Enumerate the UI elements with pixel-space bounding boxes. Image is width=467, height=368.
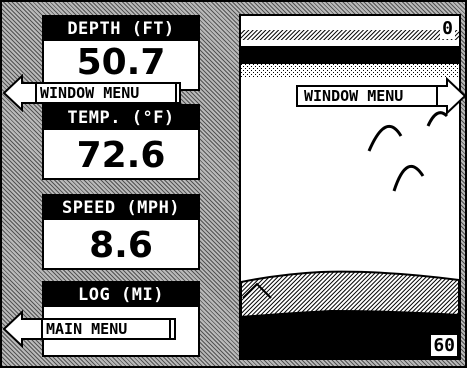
fish-arch (392, 164, 425, 192)
speed-panel: SPEED (MPH) 8.6 (42, 194, 200, 270)
depth-scale-bottom: 60 (431, 335, 457, 356)
sonar-window[interactable]: 0 60 (239, 14, 461, 360)
surface-clutter (241, 46, 459, 64)
main-menu-label: MAIN MENU (46, 320, 128, 338)
temperature-value: 72.6 (76, 135, 166, 176)
speed-value: 8.6 (89, 225, 153, 266)
log-panel-header: LOG (MI) (44, 283, 198, 307)
fish-arch (367, 124, 403, 152)
window-menu-right-label: WINDOW MENU (304, 87, 404, 105)
surface-band (241, 30, 459, 40)
main-menu-button[interactable]: MAIN MENU (2, 309, 177, 349)
bottom-structure (241, 310, 459, 358)
window-menu-right-button[interactable]: WINDOW MENU (295, 76, 467, 116)
temperature-panel: TEMP. (°F) 72.6 (42, 104, 200, 180)
speed-panel-header: SPEED (MPH) (44, 196, 198, 220)
sonar-graph (241, 30, 459, 358)
window-menu-left-label: WINDOW MENU (40, 84, 140, 102)
fishfinder-screen: DEPTH (FT) 50.7 TEMP. (°F) 72.6 SPEED (M… (0, 0, 467, 368)
depth-panel-header: DEPTH (FT) (44, 17, 198, 41)
depth-scale-top: 0 (440, 18, 455, 39)
window-menu-left-button[interactable]: WINDOW MENU (2, 73, 182, 113)
surface-noise (241, 64, 459, 78)
